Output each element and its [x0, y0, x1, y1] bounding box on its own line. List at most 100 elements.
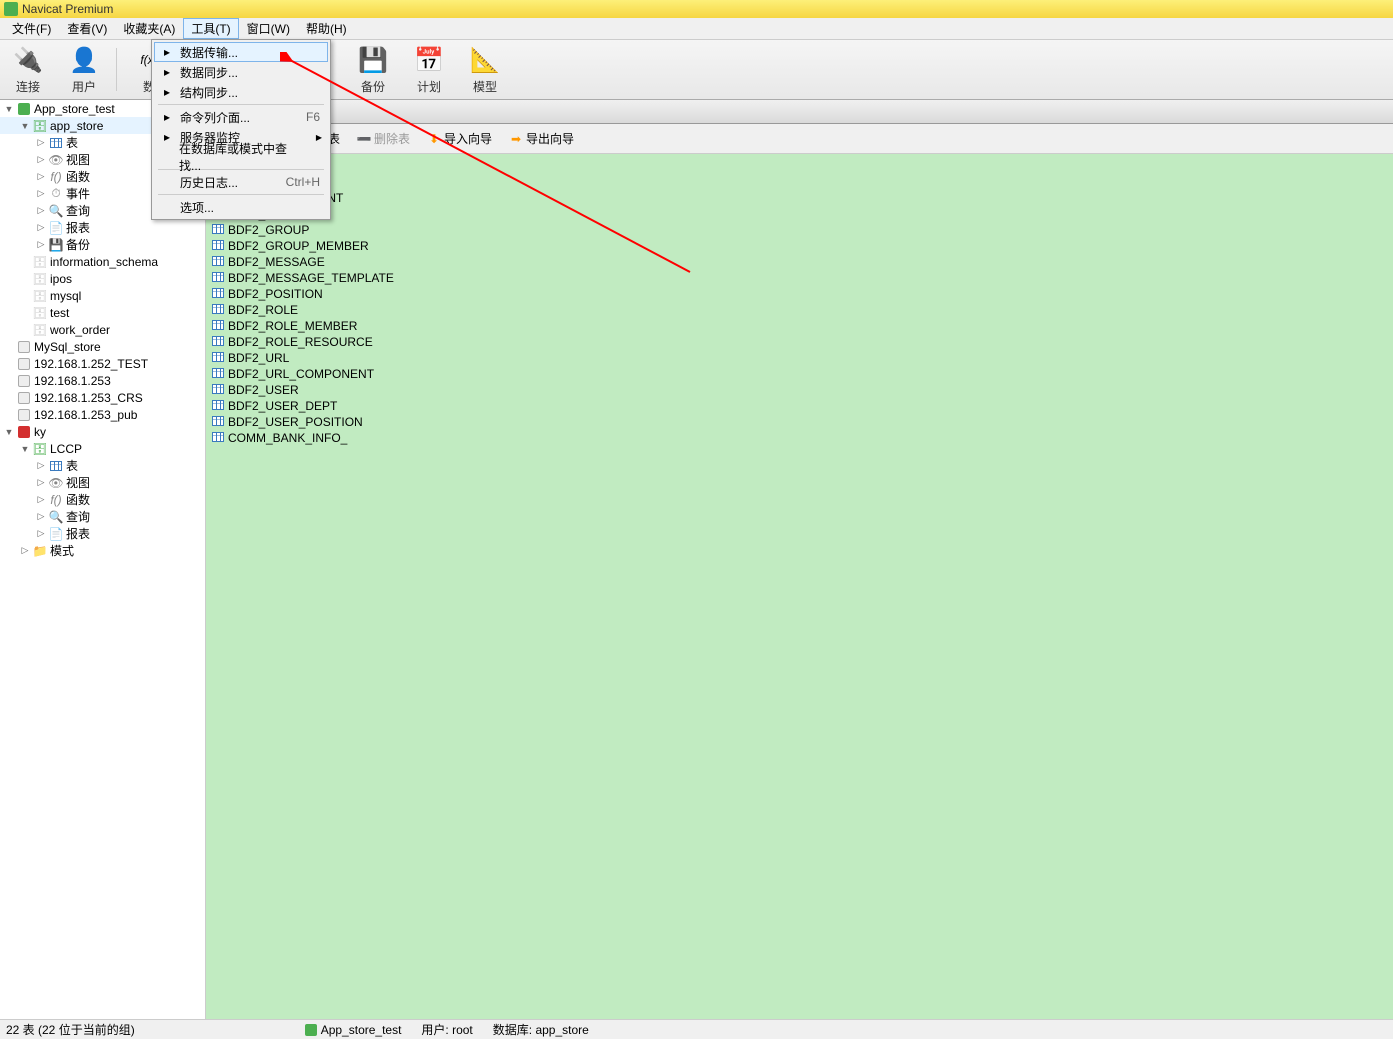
db-yellow-icon: 🗄 — [32, 255, 48, 269]
tree-node-8[interactable]: ▷💾备份 — [0, 236, 205, 253]
menu-2[interactable]: 收藏夹(A) — [115, 18, 183, 39]
tree-node-14[interactable]: MySql_store — [0, 338, 205, 355]
toolbar-calendar[interactable]: 📅计划 — [401, 40, 457, 99]
table-row[interactable]: BDF2_DEPT — [210, 206, 1389, 222]
tree-node-18[interactable]: 192.168.1.253_pub — [0, 406, 205, 423]
tree-node-23[interactable]: ▷f()函数 — [0, 491, 205, 508]
table-icon — [212, 383, 226, 397]
title-bar: Navicat Premium — [0, 0, 1393, 18]
subtb-import[interactable]: ⬇导入向导 — [420, 128, 498, 149]
menu-bar: 文件(F)查看(V)收藏夹(A)工具(T)窗口(W)帮助(H) — [0, 18, 1393, 40]
tree-node-7[interactable]: ▷📄报表 — [0, 219, 205, 236]
dropdown-item-2[interactable]: ▸结构同步... — [154, 82, 328, 102]
tree-node-12[interactable]: 🗄test — [0, 304, 205, 321]
toolbar-user[interactable]: 👤用户 — [56, 40, 112, 99]
tools-dropdown: ▸数据传输...▸数据同步...▸结构同步...▸命令列介面...F6▸服务器监… — [151, 39, 331, 220]
db-yellow-icon: 🗄 — [32, 272, 48, 286]
table-row[interactable]: BDF2_POSITION — [210, 286, 1389, 302]
dropdown-item-6[interactable]: 在数据库或模式中查找... — [154, 147, 328, 167]
query-icon: 🔍 — [48, 204, 64, 218]
view-icon: 👁 — [48, 153, 64, 167]
import-icon: ⬇ — [426, 131, 442, 147]
conn-white-icon — [16, 374, 32, 388]
table-row[interactable]: BDF2_URL_COMPONENT — [210, 366, 1389, 382]
fx-icon: f() — [48, 170, 64, 184]
db-green-icon: 🗄 — [32, 119, 48, 133]
table-row[interactable]: APP_VERSION — [210, 158, 1389, 174]
table-row[interactable]: BDF2_USER — [210, 382, 1389, 398]
tree-node-9[interactable]: 🗄information_schema — [0, 253, 205, 270]
tree-node-16[interactable]: 192.168.1.253 — [0, 372, 205, 389]
tree-node-24[interactable]: ▷🔍查询 — [0, 508, 205, 525]
conn-white-icon — [16, 357, 32, 371]
table-row[interactable]: BDF2_GROUP — [210, 222, 1389, 238]
dropdown-item-4[interactable]: ▸命令列介面...F6 — [154, 107, 328, 127]
dropdown-item-0[interactable]: ▸数据传输... — [154, 42, 328, 62]
tree-node-15[interactable]: 192.168.1.252_TEST — [0, 355, 205, 372]
tree-node-10[interactable]: 🗄ipos — [0, 270, 205, 287]
tree-node-11[interactable]: 🗄mysql — [0, 287, 205, 304]
db-yellow-icon: 🗄 — [32, 289, 48, 303]
export-icon: ➡ — [508, 131, 524, 147]
event-icon: ⏱ — [48, 187, 64, 201]
table-icon — [212, 303, 226, 317]
table-icon — [212, 399, 226, 413]
table-row[interactable]: BDF2_ROLE_RESOURCE — [210, 334, 1389, 350]
tree-node-13[interactable]: 🗄work_order — [0, 321, 205, 338]
toolbar-backup[interactable]: 💾备份 — [345, 40, 401, 99]
table-icon — [212, 255, 226, 269]
menu-1[interactable]: 查看(V) — [59, 18, 115, 39]
menu-0[interactable]: 文件(F) — [4, 18, 59, 39]
table-icon — [212, 287, 226, 301]
table-row[interactable]: BDF2_GROUP_MEMBER — [210, 238, 1389, 254]
table-icon — [212, 415, 226, 429]
menu-4[interactable]: 窗口(W) — [239, 18, 298, 39]
tree-node-17[interactable]: 192.168.1.253_CRS — [0, 389, 205, 406]
dropdown-item-10[interactable]: 选项... — [154, 197, 328, 217]
blank-icon — [158, 199, 176, 215]
table-icon — [212, 271, 226, 285]
cmd-icon: ▸ — [158, 109, 176, 125]
tree-node-25[interactable]: ▷📄报表 — [0, 525, 205, 542]
menu-3[interactable]: 工具(T) — [183, 18, 238, 39]
table-row[interactable]: BDF2_USER_POSITION — [210, 414, 1389, 430]
tree-node-22[interactable]: ▷👁视图 — [0, 474, 205, 491]
toolbar-model[interactable]: 📐模型 — [457, 40, 513, 99]
tree-node-20[interactable]: ▼🗄LCCP — [0, 440, 205, 457]
table-row[interactable]: BDF2_ROLE — [210, 302, 1389, 318]
conn-red-icon — [16, 425, 32, 439]
tree-node-21[interactable]: ▷表 — [0, 457, 205, 474]
tree-node-26[interactable]: ▷📁模式 — [0, 542, 205, 559]
app-icon — [4, 2, 18, 16]
status-conn: App_store_test — [305, 1023, 402, 1037]
table-row[interactable]: BDF2_ROLE_MEMBER — [210, 318, 1389, 334]
table-row[interactable]: BDF2_URL — [210, 350, 1389, 366]
backup-icon: 💾 — [357, 44, 389, 76]
table-icon — [212, 239, 226, 253]
toolbar-plug[interactable]: 🔌连接 — [0, 40, 56, 99]
del-icon: ➖ — [356, 131, 372, 147]
conn-icon — [305, 1024, 317, 1036]
table-row[interactable]: BDF2_MESSAGE — [210, 254, 1389, 270]
connection-tree[interactable]: ▼App_store_test▼🗄app_store▷表▷👁视图▷f()函数▷⏱… — [0, 100, 206, 1019]
dropdown-item-1[interactable]: ▸数据同步... — [154, 62, 328, 82]
db-yellow-icon: 🗄 — [32, 323, 48, 337]
dropdown-item-8[interactable]: 历史日志...Ctrl+H — [154, 172, 328, 192]
table-row[interactable]: BDF2_COMPONENT — [210, 190, 1389, 206]
subtb-export[interactable]: ➡导出向导 — [502, 128, 580, 149]
struct-icon: ▸ — [158, 84, 176, 100]
table-row[interactable]: BDF2_USER_DEPT — [210, 398, 1389, 414]
object-toolbar: 📂 🔧 ➕新建表➖删除表⬇导入向导➡导出向导 — [206, 124, 1393, 154]
table-icon — [212, 319, 226, 333]
db-yellow-icon: 🗄 — [32, 306, 48, 320]
menu-5[interactable]: 帮助(H) — [298, 18, 355, 39]
report-icon: 📄 — [48, 527, 64, 541]
table-row[interactable]: BDF2_MESSAGE_TEMPLATE — [210, 270, 1389, 286]
status-count: 22 表 (22 位于当前的组) — [6, 1021, 135, 1038]
model-icon: 📐 — [469, 44, 501, 76]
db-green-icon: 🗄 — [32, 442, 48, 456]
table-row[interactable]: COMM_BANK_INFO_ — [210, 430, 1389, 446]
table-icon — [48, 459, 64, 473]
table-row[interactable]: BDF2_COMPANY — [210, 174, 1389, 190]
tree-node-19[interactable]: ▼ky — [0, 423, 205, 440]
